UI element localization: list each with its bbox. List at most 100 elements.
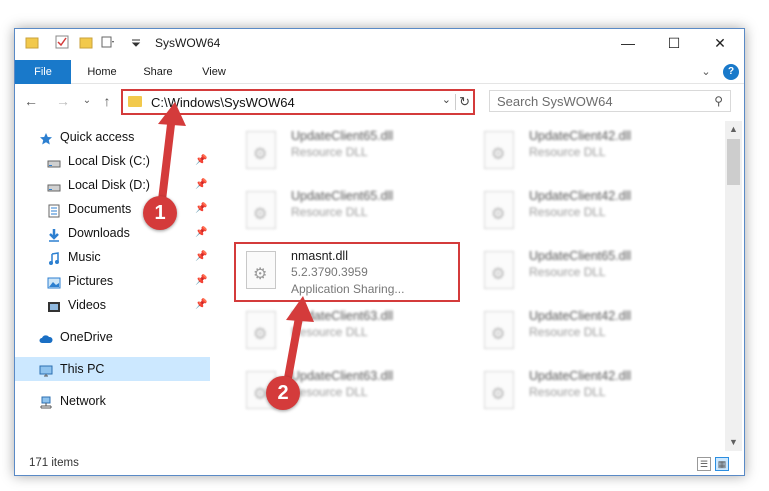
- ribbon-tabs: File Home Share View ⌄ ?: [15, 60, 744, 84]
- sidebar-item-label: Quick access: [60, 130, 135, 144]
- folder-icon: [128, 96, 142, 107]
- scroll-thumb[interactable]: [727, 139, 740, 185]
- up-button[interactable]: ↑: [97, 91, 117, 111]
- file-tile[interactable]: UpdateClient42.dll Resource DLL: [479, 123, 701, 183]
- sidebar-item-label: This PC: [60, 362, 105, 376]
- file-description: Resource DLL: [291, 205, 368, 219]
- pin-icon: 📌: [195, 251, 208, 262]
- quick-access-dropdown-icon[interactable]: [129, 35, 143, 49]
- dll-file-icon: [484, 311, 514, 349]
- drive-icon: [47, 178, 61, 192]
- details-view-icon[interactable]: ☰: [697, 457, 711, 471]
- sidebar-item-label: Downloads: [68, 226, 130, 240]
- file-name: UpdateClient42.dll: [529, 189, 632, 203]
- sidebar-item-videos[interactable]: Videos 📌: [15, 293, 210, 317]
- sidebar-item-this-pc[interactable]: This PC: [15, 357, 210, 381]
- address-path[interactable]: C:\Windows\SysWOW64: [151, 95, 295, 110]
- sidebar-item-onedrive[interactable]: OneDrive: [15, 325, 210, 349]
- sidebar-item-local-disk-d[interactable]: Local Disk (D:) 📌: [15, 173, 210, 197]
- search-icon[interactable]: ⚲: [714, 94, 723, 108]
- sidebar-item-label: Local Disk (C:): [68, 154, 150, 168]
- file-description: Resource DLL: [529, 145, 606, 159]
- sidebar-item-label: Network: [60, 394, 106, 408]
- sidebar-item-local-disk-c[interactable]: Local Disk (C:) 📌: [15, 149, 210, 173]
- customize-toolbar-icon[interactable]: [101, 35, 115, 49]
- address-bar[interactable]: C:\Windows\SysWOW64 ⌄ ↻: [121, 89, 475, 115]
- network-icon: [39, 394, 53, 409]
- refresh-icon[interactable]: ↻: [455, 94, 470, 110]
- file-name: UpdateClient42.dll: [529, 309, 632, 323]
- dll-file-icon: [484, 251, 514, 289]
- tab-home[interactable]: Home: [77, 60, 127, 84]
- properties-icon[interactable]: [55, 35, 69, 49]
- tab-share[interactable]: Share: [135, 60, 181, 84]
- file-tile[interactable]: UpdateClient63.dll Resource DLL: [241, 303, 463, 363]
- file-tile[interactable]: UpdateClient42.dll Resource DLL: [479, 183, 701, 243]
- file-name: UpdateClient65.dll: [291, 189, 394, 203]
- search-input[interactable]: Search SysWOW64 ⚲: [489, 90, 731, 112]
- forward-button[interactable]: →: [53, 91, 73, 111]
- documents-icon: [47, 202, 61, 218]
- new-folder-icon[interactable]: [79, 35, 93, 49]
- computer-icon: [39, 362, 53, 377]
- vertical-scrollbar[interactable]: ▲ ▼: [725, 121, 742, 451]
- sidebar-item-label: Videos: [68, 298, 106, 312]
- sidebar-item-downloads[interactable]: Downloads 📌: [15, 221, 210, 245]
- videos-icon: [47, 298, 61, 312]
- pin-icon: 📌: [195, 227, 208, 238]
- folder-icon[interactable]: [25, 35, 39, 49]
- pin-icon: 📌: [195, 203, 208, 214]
- tab-view[interactable]: View: [191, 60, 237, 84]
- star-icon: [39, 130, 53, 145]
- dll-file-icon: [246, 131, 276, 169]
- file-tile[interactable]: UpdateClient65.dll Resource DLL: [241, 183, 463, 243]
- pin-icon: 📌: [195, 299, 208, 310]
- close-button[interactable]: ✕: [697, 29, 743, 57]
- file-tile[interactable]: UpdateClient42.dll Resource DLL: [479, 363, 701, 423]
- file-highlight-box: [234, 242, 460, 302]
- file-tile[interactable]: UpdateClient42.dll Resource DLL: [479, 303, 701, 363]
- help-icon[interactable]: ?: [723, 64, 739, 80]
- sidebar-item-documents[interactable]: Documents 📌: [15, 197, 210, 221]
- dll-file-icon: [484, 191, 514, 229]
- file-name: UpdateClient63.dll: [291, 369, 394, 383]
- item-count: 171 items: [29, 457, 79, 469]
- tiles-view-icon[interactable]: ▦: [715, 457, 729, 471]
- file-name: UpdateClient42.dll: [529, 369, 632, 383]
- scroll-down-icon[interactable]: ▼: [725, 434, 742, 451]
- file-description: Resource DLL: [291, 145, 368, 159]
- file-tile[interactable]: UpdateClient65.dll Resource DLL: [241, 123, 463, 183]
- navigation-pane: Quick access Local Disk (C:) 📌 Local Dis…: [15, 121, 210, 451]
- title-bar: SysWOW64 — ☐ ✕: [15, 29, 744, 57]
- navigation-bar: ← → ⌄ ↑ C:\Windows\SysWOW64 ⌄ ↻ Search S…: [15, 87, 744, 117]
- recent-locations-button[interactable]: ⌄: [77, 91, 97, 111]
- sidebar-item-label: Music: [68, 250, 101, 264]
- file-description: Resource DLL: [529, 385, 606, 399]
- back-button[interactable]: ←: [21, 91, 41, 111]
- pictures-icon: [47, 274, 61, 289]
- sidebar-item-label: OneDrive: [60, 330, 113, 344]
- sidebar-item-pictures[interactable]: Pictures 📌: [15, 269, 210, 293]
- minimize-button[interactable]: —: [605, 29, 651, 57]
- file-description: Resource DLL: [291, 385, 368, 399]
- address-dropdown-icon[interactable]: ⌄: [442, 93, 451, 106]
- sidebar-item-music[interactable]: Music 📌: [15, 245, 210, 269]
- pin-icon: 📌: [195, 179, 208, 190]
- file-name: UpdateClient63.dll: [291, 309, 394, 323]
- sidebar-item-label: Local Disk (D:): [68, 178, 150, 192]
- cloud-icon: [39, 330, 53, 344]
- sidebar-item-label: Documents: [68, 202, 132, 216]
- sidebar-item-network[interactable]: Network: [15, 389, 210, 413]
- callout-2: 2: [266, 376, 300, 410]
- tab-file[interactable]: File: [15, 60, 71, 84]
- file-description: Resource DLL: [291, 325, 368, 339]
- status-bar: 171 items ☰ ▦: [15, 453, 744, 475]
- file-tile[interactable]: UpdateClient65.dll Resource DLL: [479, 243, 701, 303]
- window-title: SysWOW64: [155, 36, 221, 50]
- expand-ribbon-icon[interactable]: ⌄: [699, 60, 713, 84]
- maximize-button[interactable]: ☐: [651, 29, 697, 57]
- scroll-up-icon[interactable]: ▲: [725, 121, 742, 138]
- file-description: Resource DLL: [529, 265, 606, 279]
- file-description: Resource DLL: [529, 325, 606, 339]
- sidebar-item-quick-access[interactable]: Quick access: [15, 125, 210, 149]
